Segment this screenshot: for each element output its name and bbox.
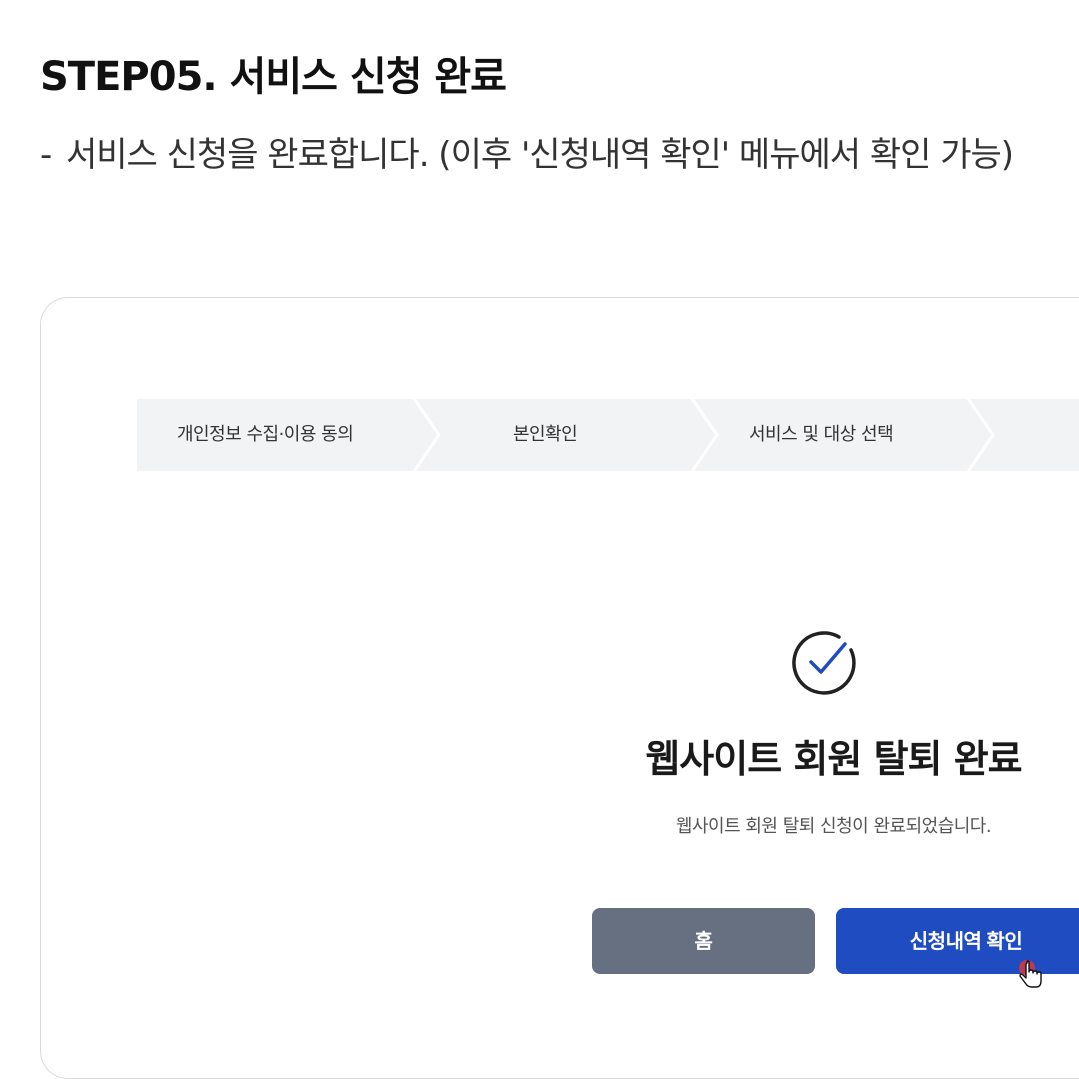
step-description: - 서비스 신청을 완료합니다. (이후 '신청내역 확인' 메뉴에서 확인 가… bbox=[40, 130, 1030, 180]
hand-cursor-icon bbox=[1019, 960, 1042, 988]
stepper-divider-1 bbox=[412, 399, 441, 471]
home-button[interactable]: 홈 bbox=[592, 908, 815, 974]
screenshot-frame: 개인정보 수집·이용 동의 본인확인 서비스 및 대상 선택 웹사이트 회원 탈… bbox=[40, 297, 1079, 1079]
completion-title: 웹사이트 회원 탈퇴 완료 bbox=[645, 737, 1022, 781]
description-text: 서비스 신청을 완료합니다. (이후 '신청내역 확인' 메뉴에서 확인 가능) bbox=[66, 135, 1014, 175]
progress-stepper: 개인정보 수집·이용 동의 본인확인 서비스 및 대상 선택 bbox=[137, 399, 1079, 471]
stepper-divider-2 bbox=[690, 399, 719, 471]
description-bullet: - bbox=[40, 135, 53, 175]
step-identity-verification: 본인확인 bbox=[513, 424, 578, 445]
step-consent: 개인정보 수집·이용 동의 bbox=[177, 424, 354, 445]
step-title: STEP05. 서비스 신청 완료 bbox=[40, 54, 507, 100]
check-circle-icon bbox=[792, 631, 856, 695]
step-service-selection: 서비스 및 대상 선택 bbox=[749, 424, 894, 445]
completion-message: 웹사이트 회원 탈퇴 신청이 완료되었습니다. bbox=[675, 816, 992, 837]
stepper-divider-3 bbox=[966, 399, 995, 471]
